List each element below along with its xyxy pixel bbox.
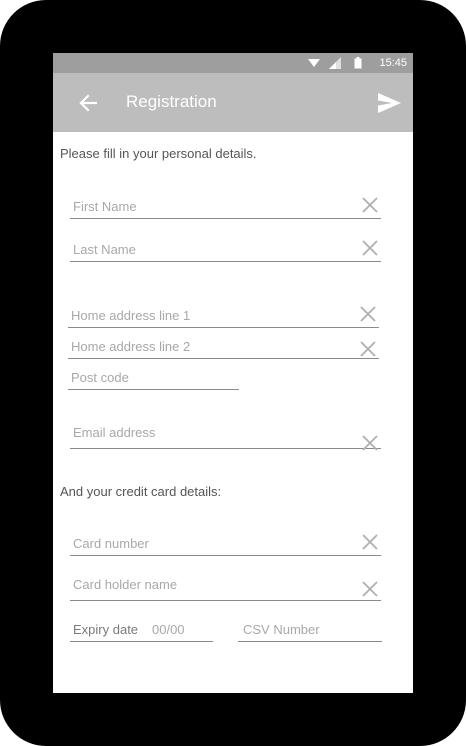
address-line-2-input[interactable] xyxy=(71,339,342,354)
personal-details-heading: Please fill in your personal details. xyxy=(60,146,257,161)
device-frame: 15:45 Registration Please fill in your p… xyxy=(0,0,466,746)
wifi-icon xyxy=(308,53,320,73)
arrow-left-icon[interactable] xyxy=(75,90,101,116)
card-number-field xyxy=(70,525,381,556)
status-time: 15:45 xyxy=(379,57,407,69)
status-bar: 15:45 xyxy=(53,53,413,73)
address-line-2-field xyxy=(68,328,379,359)
csv-number-input[interactable] xyxy=(243,622,377,637)
expiry-date-field: Expiry date xyxy=(70,611,213,642)
csv-number-field xyxy=(238,611,382,642)
card-holder-input[interactable] xyxy=(73,577,344,592)
email-input[interactable] xyxy=(73,425,344,440)
page-title: Registration xyxy=(126,92,217,111)
battery-icon xyxy=(354,53,362,73)
clear-icon[interactable] xyxy=(361,196,379,214)
last-name-field xyxy=(70,231,381,262)
last-name-input[interactable] xyxy=(73,242,344,257)
card-number-input[interactable] xyxy=(73,536,344,551)
expiry-date-label: Expiry date xyxy=(73,622,139,637)
first-name-field xyxy=(70,188,381,219)
clear-icon[interactable] xyxy=(361,239,379,257)
clear-icon[interactable] xyxy=(361,580,379,598)
card-holder-field xyxy=(70,570,381,601)
address-line-1-input[interactable] xyxy=(71,308,342,323)
clear-icon[interactable] xyxy=(361,434,379,452)
app-bar: Registration xyxy=(53,73,413,132)
phone-screen: 15:45 Registration Please fill in your p… xyxy=(53,53,413,693)
clear-icon[interactable] xyxy=(359,305,377,323)
post-code-field xyxy=(68,359,239,390)
clear-icon[interactable] xyxy=(359,340,377,358)
send-icon[interactable] xyxy=(375,89,403,117)
signal-icon xyxy=(329,53,341,73)
clear-icon[interactable] xyxy=(361,533,379,551)
email-field xyxy=(70,418,381,452)
address-line-1-field xyxy=(68,297,379,328)
post-code-input[interactable] xyxy=(71,370,234,385)
card-details-heading: And your credit card details: xyxy=(60,484,222,499)
expiry-date-input[interactable] xyxy=(152,622,208,637)
first-name-input[interactable] xyxy=(73,199,344,214)
